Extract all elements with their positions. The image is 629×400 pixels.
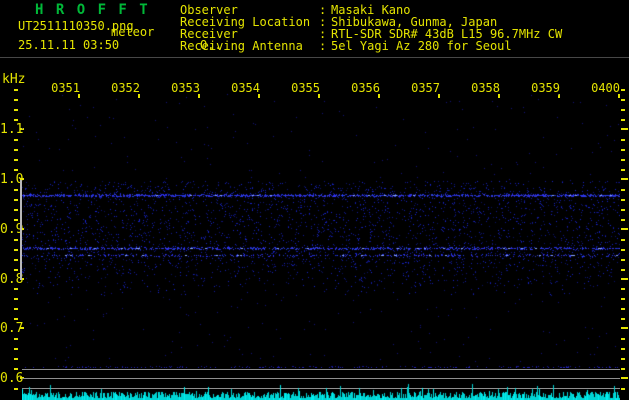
datetime-label: 25.11.11 03:50: [18, 38, 120, 52]
spectrogram-canvas: [22, 92, 620, 368]
freq-minor-tick-left: [14, 348, 18, 350]
freq-minor-tick-left: [14, 239, 18, 241]
freq-minor-tick-left: [14, 169, 18, 171]
signal-strip-canvas: [22, 382, 620, 400]
freq-tick-label: 0.8: [0, 272, 24, 287]
freq-minor-tick-right: [621, 219, 625, 221]
freq-minor-tick-right: [621, 169, 625, 171]
level-line-upper: [22, 369, 620, 370]
freq-tick-label: 1.1: [0, 122, 24, 137]
freq-minor-tick-right: [621, 368, 625, 370]
freq-minor-tick-left: [14, 99, 18, 101]
freq-minor-tick-right: [621, 99, 625, 101]
freq-minor-tick-right: [621, 139, 625, 141]
freq-unit-label: kHz: [2, 72, 26, 87]
hrofft-screen: H R O F F T UT2511110350.png meteor 25.1…: [0, 0, 629, 400]
freq-minor-tick-left: [14, 358, 18, 360]
freq-major-tick-right: [621, 327, 628, 329]
freq-minor-tick-left: [14, 119, 18, 121]
freq-minor-tick-left: [14, 338, 18, 340]
freq-minor-tick-right: [621, 159, 625, 161]
freq-minor-tick-left: [14, 219, 18, 221]
info-label: Receiving Antenna: [180, 39, 303, 53]
freq-minor-tick-right: [621, 388, 625, 390]
freq-tick-label: 0.9: [0, 222, 24, 237]
freq-minor-tick-right: [621, 109, 625, 111]
freq-minor-tick-left: [14, 109, 18, 111]
freq-minor-tick-right: [621, 338, 625, 340]
freq-minor-tick-right: [621, 288, 625, 290]
freq-major-tick-right: [621, 128, 628, 130]
freq-minor-tick-left: [14, 269, 18, 271]
freq-minor-tick-left: [14, 388, 18, 390]
freq-minor-tick-right: [621, 189, 625, 191]
info-value: 5el Yagi Az 280 for Seoul: [331, 39, 512, 53]
freq-minor-tick-right: [621, 119, 625, 121]
freq-minor-tick-right: [621, 259, 625, 261]
freq-minor-tick-left: [14, 259, 18, 261]
freq-minor-tick-right: [621, 249, 625, 251]
freq-minor-tick-right: [621, 149, 625, 151]
freq-minor-tick-left: [14, 308, 18, 310]
freq-minor-tick-right: [621, 308, 625, 310]
freq-minor-tick-right: [621, 269, 625, 271]
freq-tick-label: 1.0: [0, 172, 24, 187]
freq-major-tick-right: [621, 178, 628, 180]
freq-tick-label: 0.7: [0, 321, 24, 336]
freq-minor-tick-left: [14, 298, 18, 300]
freq-minor-tick-left: [14, 149, 18, 151]
info-separator: :: [319, 39, 327, 53]
freq-minor-tick-right: [621, 209, 625, 211]
freq-minor-tick-right: [621, 239, 625, 241]
freq-minor-tick-right: [621, 358, 625, 360]
info-row: Receiving Antenna:5el Yagi Az 280 for Se…: [180, 40, 562, 52]
freq-major-tick-right: [621, 228, 628, 230]
level-line-middle: [22, 378, 620, 379]
freq-minor-tick-right: [621, 348, 625, 350]
freq-minor-tick-left: [14, 209, 18, 211]
freq-minor-tick-left: [14, 89, 18, 91]
header-separator: [0, 57, 629, 58]
freq-major-tick-right: [621, 278, 628, 280]
freq-minor-tick-right: [621, 199, 625, 201]
freq-minor-tick-left: [14, 318, 18, 320]
freq-minor-tick-right: [621, 298, 625, 300]
freq-minor-tick-left: [14, 249, 18, 251]
freq-minor-tick-right: [621, 89, 625, 91]
freq-minor-tick-right: [621, 318, 625, 320]
freq-minor-tick-left: [14, 189, 18, 191]
freq-major-tick-right: [621, 377, 628, 379]
freq-minor-tick-left: [14, 139, 18, 141]
freq-minor-tick-left: [14, 199, 18, 201]
freq-minor-tick-left: [14, 159, 18, 161]
freq-minor-tick-left: [14, 288, 18, 290]
freq-tick-label: 0.6: [0, 371, 24, 386]
app-title: H R O F F T: [35, 2, 150, 18]
observer-info-block: Observer: Masaki Kano Receiving Location: S…: [180, 4, 562, 52]
freq-minor-tick-left: [14, 368, 18, 370]
